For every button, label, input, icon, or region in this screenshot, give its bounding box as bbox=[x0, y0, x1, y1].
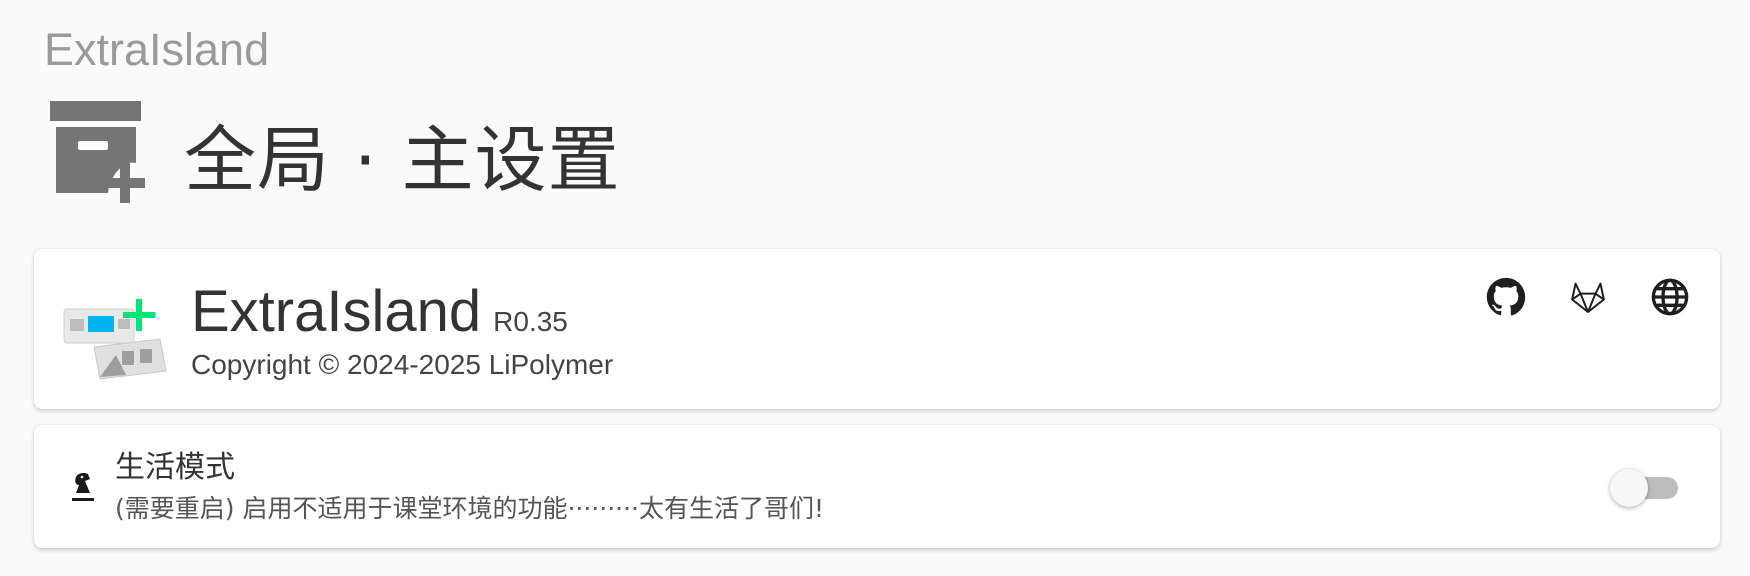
toggle-thumb bbox=[1610, 469, 1648, 507]
github-icon[interactable] bbox=[1486, 277, 1526, 317]
life-mode-toggle[interactable] bbox=[1610, 469, 1680, 507]
page-title: 全局 · 主设置 bbox=[184, 118, 621, 202]
about-app-name: ExtraIsland bbox=[191, 279, 482, 344]
life-mode-title: 生活模式 bbox=[115, 450, 235, 485]
about-copyright: Copyright © 2024-2025 LiPolymer bbox=[191, 349, 614, 380]
about-name-row: ExtraIsland R0.35 bbox=[191, 277, 568, 347]
extraisland-logo-icon bbox=[63, 299, 167, 380]
about-version: R0.35 bbox=[493, 306, 568, 337]
about-card: ExtraIsland R0.35 Copyright © 2024-2025 … bbox=[34, 249, 1720, 409]
archive-plus-icon bbox=[50, 101, 145, 203]
life-mode-description: (需要重启) 启用不适用于课堂环境的功能·········太有生活了哥们! bbox=[115, 494, 824, 523]
app-name: ExtraIsland bbox=[44, 24, 270, 75]
page-header: 全局 · 主设置 bbox=[50, 100, 621, 220]
globe-icon[interactable] bbox=[1650, 277, 1690, 317]
links-group bbox=[1486, 277, 1690, 317]
gitlab-icon[interactable] bbox=[1568, 277, 1608, 317]
life-mode-card: 生活模式 (需要重启) 启用不适用于课堂环境的功能·········太有生活了哥… bbox=[34, 425, 1720, 548]
chess-knight-icon bbox=[72, 473, 94, 501]
